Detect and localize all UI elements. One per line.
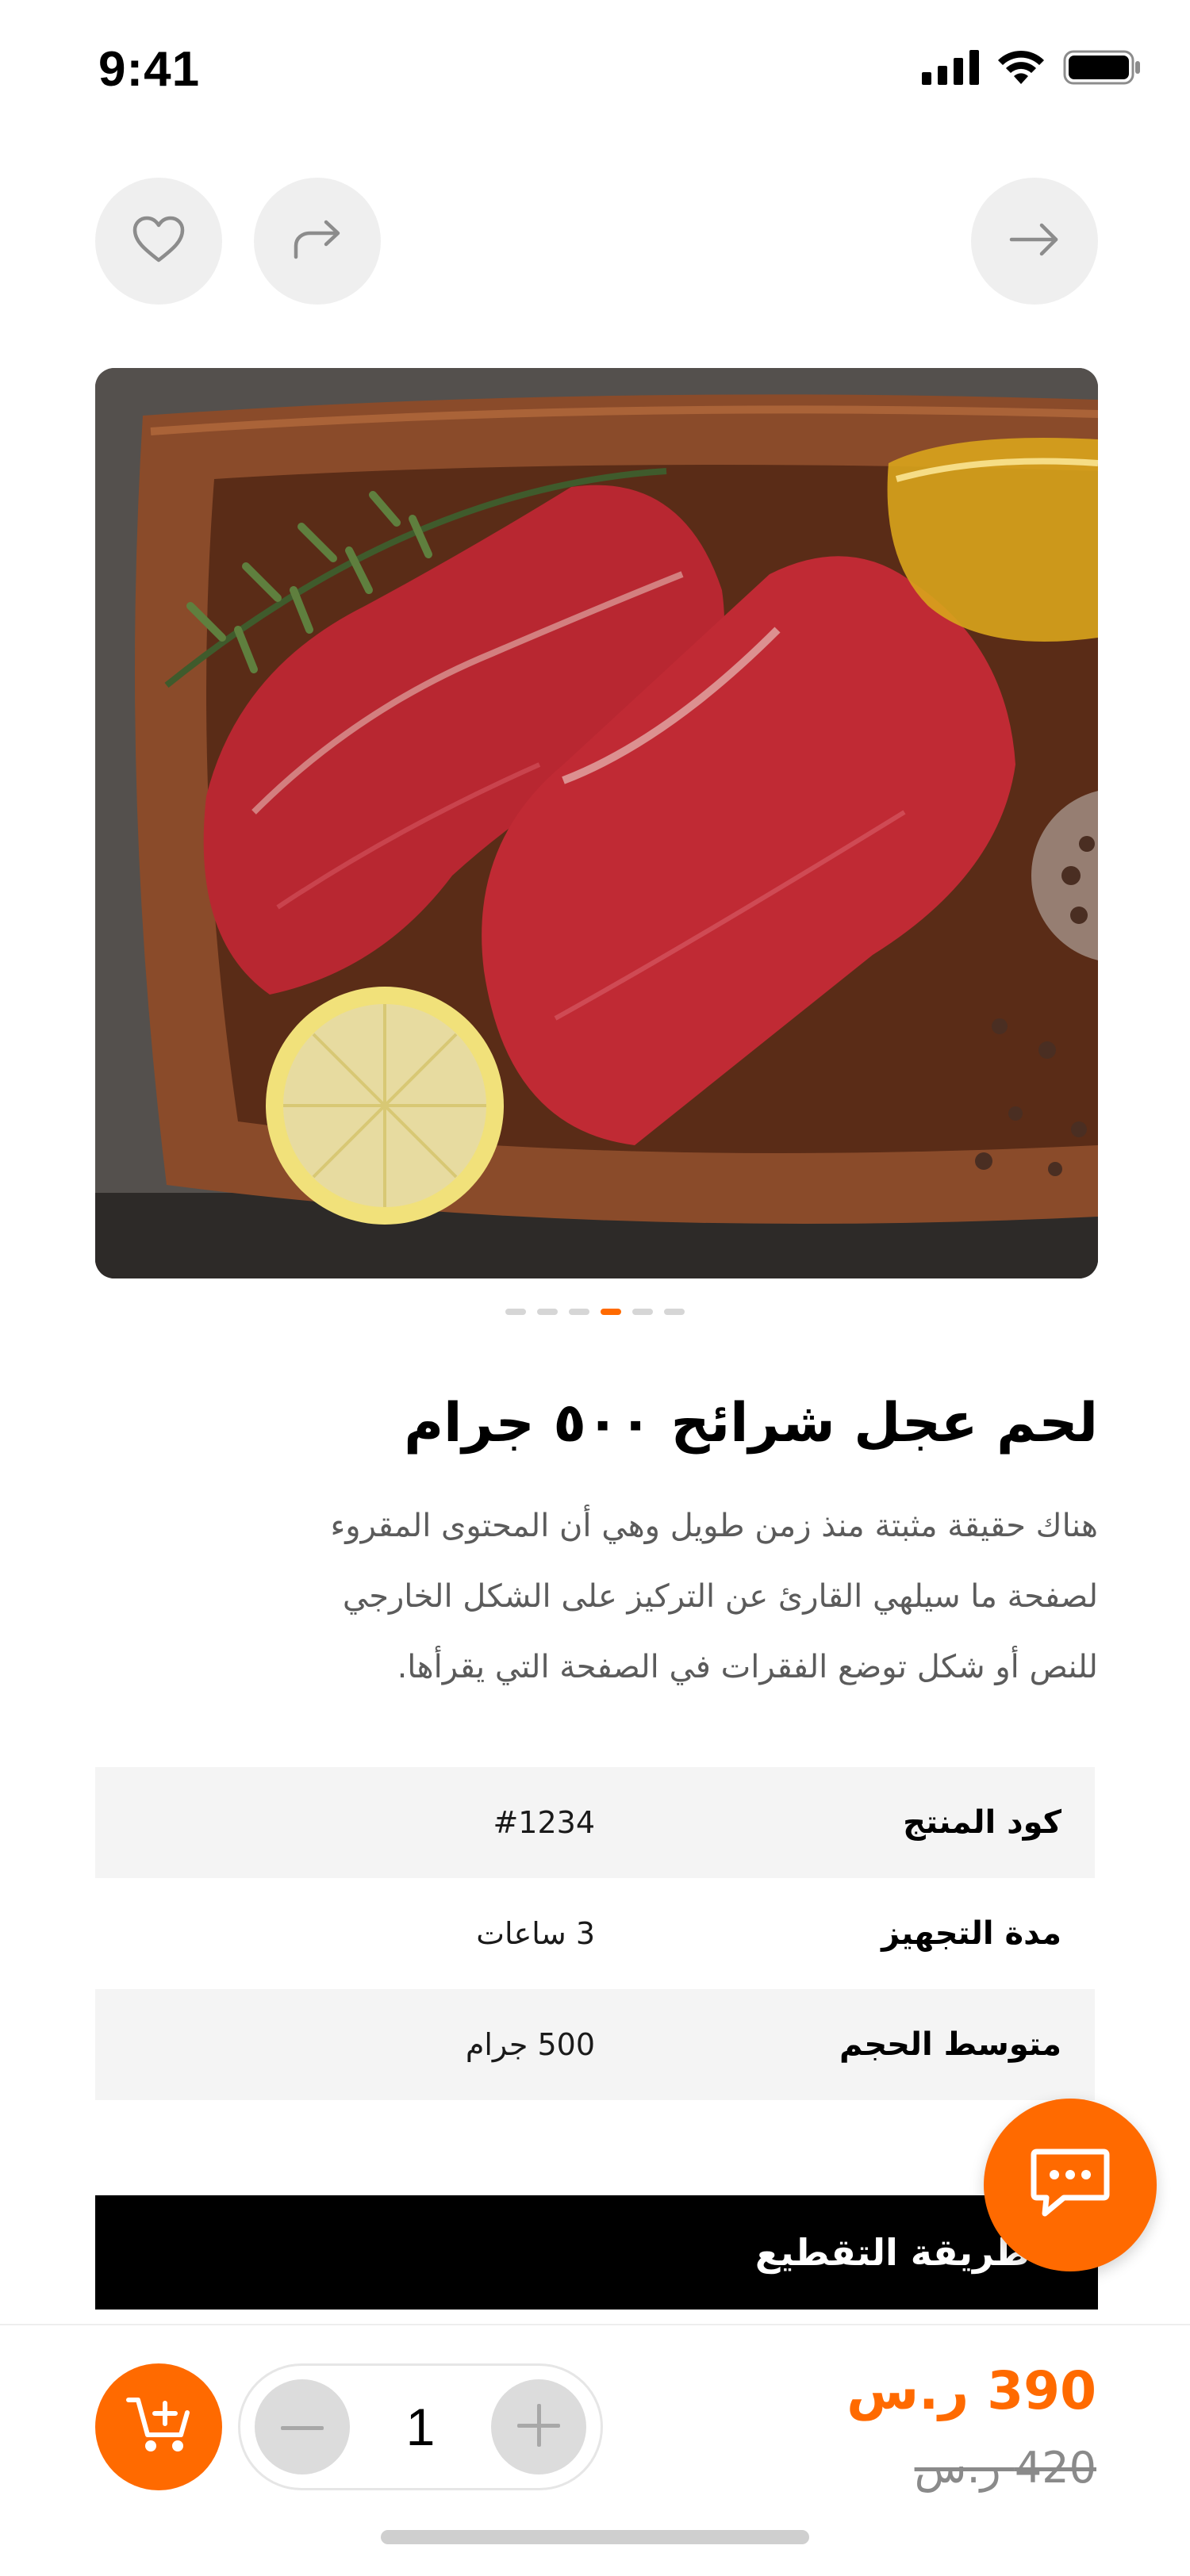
pager-dot[interactable] <box>569 1309 589 1315</box>
spec-label: كود المنتج <box>903 1804 1061 1841</box>
cutting-method-section[interactable]: طريقة التقطيع <box>95 2195 1098 2310</box>
description-line: هناك حقيقة مثبتة منذ زمن طويل وهي أن الم… <box>330 1508 1098 1544</box>
add-to-cart-icon <box>125 2394 192 2460</box>
chat-bubble-icon <box>1029 2145 1111 2225</box>
minus-icon <box>281 2420 324 2435</box>
share-button[interactable] <box>254 178 381 305</box>
spec-row-average-size: متوسط الحجم 500 جرام <box>95 1989 1095 2100</box>
favorite-button[interactable] <box>95 178 222 305</box>
chat-button[interactable] <box>984 2099 1157 2271</box>
spec-label: مدة التجهيز <box>881 1915 1061 1952</box>
battery-icon <box>1063 49 1142 89</box>
plus-icon <box>517 2404 560 2450</box>
current-price: 390 ر.س <box>846 2360 1096 2421</box>
original-price: 420 ر.س <box>914 2443 1096 2493</box>
description-line: لصفحة ما سيلهي القارئ عن التركيز على الش… <box>342 1578 1098 1615</box>
spec-row-code: كود المنتج #1234 <box>95 1767 1095 1878</box>
spec-value: 3 ساعات <box>476 1916 595 1951</box>
share-icon <box>290 216 345 266</box>
product-image[interactable] <box>95 368 1098 1278</box>
pager-dot[interactable] <box>632 1309 653 1315</box>
pager-dot[interactable] <box>664 1309 685 1315</box>
spec-label: متوسط الحجم <box>839 2026 1061 2063</box>
cellular-signal-icon <box>922 50 979 88</box>
wifi-icon <box>996 49 1046 89</box>
product-title: لحم عجل شرائح ٥٠٠ جرام <box>404 1392 1098 1455</box>
increase-quantity-button[interactable] <box>491 2379 586 2474</box>
add-to-cart-button[interactable] <box>95 2363 222 2490</box>
quantity-stepper: 1 <box>238 2363 603 2490</box>
product-details-screen: 9:41 لحم عجل شرائح ٥٠٠ جرام هناك حقيقة م… <box>0 0 1190 2576</box>
decrease-quantity-button[interactable] <box>255 2379 350 2474</box>
pager-dot[interactable] <box>505 1309 526 1315</box>
pager-dot[interactable] <box>537 1309 558 1315</box>
product-description: هناك حقيقة مثبتة منذ زمن طويل وهي أن الم… <box>95 1491 1098 1703</box>
arrow-right-icon <box>1008 220 1061 262</box>
spec-value: #1234 <box>493 1805 595 1840</box>
back-button[interactable] <box>971 178 1098 305</box>
description-line: للنص أو شكل توضع الفقرات في الصفحة التي … <box>397 1649 1098 1685</box>
status-bar: 9:41 <box>0 0 1190 135</box>
spec-value: 500 جرام <box>465 2027 595 2062</box>
image-pager <box>0 1309 1190 1318</box>
specs-table: كود المنتج #1234 مدة التجهيز 3 ساعات متو… <box>95 1767 1095 2100</box>
quantity-value: 1 <box>405 2398 436 2456</box>
spec-row-prep-time: مدة التجهيز 3 ساعات <box>95 1878 1095 1989</box>
heart-icon <box>130 214 187 268</box>
status-time: 9:41 <box>98 42 201 97</box>
pager-dot-active[interactable] <box>601 1309 621 1315</box>
home-indicator <box>381 2530 809 2544</box>
status-icons <box>922 49 1142 89</box>
